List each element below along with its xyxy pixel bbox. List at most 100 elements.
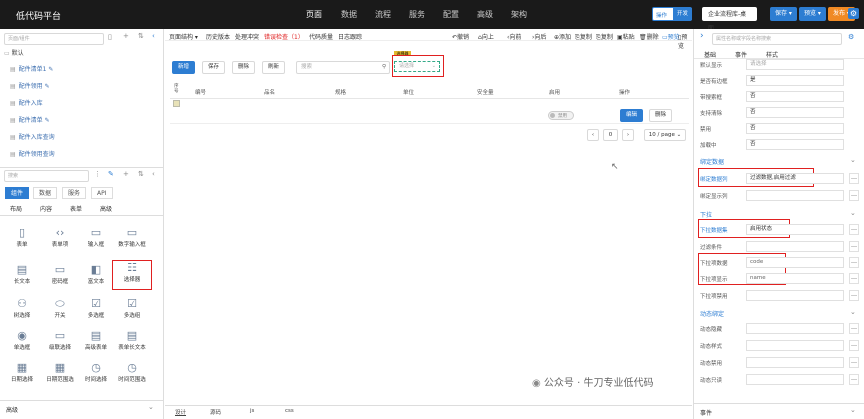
preview-link-2[interactable]: ▯预览	[678, 32, 692, 50]
nav-config[interactable]: 配置	[443, 9, 459, 20]
property-search-input[interactable]: 属性名称或字段名称搜索	[712, 33, 842, 45]
copy-button-2[interactable]: ⎘复制	[596, 32, 613, 42]
more-button[interactable]: …	[849, 340, 859, 351]
sort-icon[interactable]: ⇅	[138, 32, 144, 40]
left-footer[interactable]: 高级	[6, 405, 18, 414]
group-default[interactable]: ▭ 默认	[4, 48, 154, 57]
comp-date-range[interactable]: ▦ 日期范围选	[40, 361, 80, 383]
comp-switch[interactable]: ⬭ 开关	[40, 297, 80, 319]
more-button[interactable]: …	[849, 290, 859, 301]
add-button[interactable]: ⊕添加	[554, 32, 571, 41]
comp-cascader[interactable]: ▭ 级联选择	[40, 329, 80, 351]
page-item[interactable]: ▤ 配件领用 ✎	[4, 79, 154, 95]
paste-button[interactable]: ▣粘贴	[617, 32, 635, 41]
more-button[interactable]: …	[849, 323, 859, 334]
mode-toggle[interactable]: 操作 开发	[652, 7, 692, 21]
comp-adv-form[interactable]: ▤ 高级表单	[76, 329, 116, 351]
error-check-link[interactable]: 错误检查（1）	[264, 32, 304, 41]
page-number[interactable]: 0	[603, 129, 618, 141]
gear-icon[interactable]: ⚙	[848, 8, 859, 19]
prop-value[interactable]	[746, 340, 844, 351]
nav-architecture[interactable]: 架构	[511, 9, 527, 20]
prop-value[interactable]	[746, 374, 844, 385]
component-search-input[interactable]: 搜索	[4, 170, 89, 182]
edit-icon[interactable]: ✎	[108, 170, 114, 178]
prop-value[interactable]: 否	[746, 91, 844, 102]
tab-js[interactable]: js	[250, 408, 254, 414]
right-footer[interactable]: 事件	[700, 408, 712, 417]
undo-button[interactable]: ↶撤销	[452, 32, 469, 41]
tab-api[interactable]: API	[91, 187, 113, 199]
subtab-advanced[interactable]: 高级	[100, 204, 112, 213]
add-record-button[interactable]: 新增	[172, 61, 195, 74]
expand-icon[interactable]: ›	[700, 31, 704, 41]
enabled-switch[interactable]: 禁用	[548, 111, 574, 120]
prop-value[interactable]: 否	[746, 123, 844, 134]
tab-source[interactable]: 源码	[210, 408, 221, 416]
doc-icon[interactable]: ▯	[108, 33, 112, 41]
comp-input[interactable]: ▭ 输入框	[76, 226, 116, 248]
comp-checkbox[interactable]: ☑ 多选框	[76, 297, 116, 319]
page-item[interactable]: ▤ 配件清单 ✎	[4, 113, 154, 129]
mode-dev[interactable]: 开发	[673, 8, 692, 20]
subtab-content[interactable]: 内容	[40, 204, 52, 213]
comp-number-input[interactable]: ▭ 数字输入框	[112, 226, 152, 248]
save-button[interactable]: 保存 ▾	[770, 7, 797, 21]
table-search-input[interactable]: 搜索 ⚲	[296, 61, 390, 74]
prop-value[interactable]	[746, 323, 844, 334]
chevron-down-icon[interactable]: ⌄	[148, 403, 154, 411]
nav-advanced[interactable]: 高级	[477, 9, 493, 20]
more-button[interactable]: …	[849, 273, 859, 284]
subtab-form[interactable]: 表单	[70, 204, 82, 213]
delete-record-button[interactable]: 删除	[232, 61, 255, 74]
tab-data[interactable]: 数据	[33, 187, 58, 199]
prop-value[interactable]: 启用状态	[746, 224, 844, 235]
prop-value[interactable]: code	[746, 257, 844, 268]
comp-radio[interactable]: ◉ 单选框	[2, 329, 42, 351]
comp-tree-select[interactable]: ⚇ 树选择	[2, 297, 42, 319]
chevron-down-icon[interactable]: ⌄	[850, 406, 856, 414]
chevron-down-icon[interactable]: ⌄	[850, 308, 856, 316]
page-structure-menu[interactable]: 页面结构 ▾	[169, 32, 198, 41]
prop-value[interactable]	[746, 290, 844, 301]
history-link[interactable]: 历史版本	[206, 32, 230, 41]
nav-service[interactable]: 服务	[409, 9, 425, 20]
tab-components[interactable]: 组件	[5, 187, 30, 199]
comp-form-textarea[interactable]: ▤ 表单长文本	[112, 329, 152, 351]
prop-value[interactable]: 过滤数据,启用过滤	[746, 173, 844, 184]
comp-textarea[interactable]: ▤ 长文本	[2, 263, 42, 285]
edit-row-button[interactable]: 编辑	[620, 109, 643, 122]
code-quality-link[interactable]: 代码质量	[309, 32, 333, 41]
page-item[interactable]: ▤ 配件清单1 ✎	[4, 62, 154, 78]
settings-icon[interactable]: ⚙	[848, 33, 854, 41]
section-dropdown[interactable]: 下拉	[700, 210, 712, 219]
preview-button[interactable]: 预览 ▾	[799, 7, 826, 21]
comp-form-item[interactable]: ‹› 表单项	[40, 226, 80, 248]
save-record-button[interactable]: 保存	[202, 61, 225, 74]
comp-time[interactable]: ◷ 时间选择	[76, 361, 116, 383]
delete-button[interactable]: 🗑删除	[639, 32, 659, 41]
chevron-down-icon[interactable]: ⌄	[850, 209, 856, 217]
page-item[interactable]: ▤ 配件入库查询	[4, 130, 154, 146]
delete-row-button[interactable]: 删除	[649, 109, 672, 122]
collapse-icon[interactable]: ‹	[152, 170, 155, 178]
prop-value[interactable]	[746, 357, 844, 368]
prop-value[interactable]: 否	[746, 107, 844, 118]
comp-time-range[interactable]: ◷ 时间范围选	[112, 361, 152, 383]
copy-button[interactable]: ⎘复制	[575, 32, 592, 42]
next-page-button[interactable]: ›	[622, 129, 634, 141]
nav-data[interactable]: 数据	[341, 9, 357, 20]
prop-value[interactable]: 请选择	[746, 59, 844, 70]
more-button[interactable]: …	[849, 190, 859, 201]
tab-css[interactable]: css	[285, 408, 294, 414]
prop-value[interactable]: 否	[746, 139, 844, 150]
select-widget[interactable]: 请选择 ⌄	[394, 61, 440, 72]
comp-checkbox-group[interactable]: ☑ 多选组	[112, 297, 152, 319]
more-button[interactable]: …	[849, 257, 859, 268]
mode-op[interactable]: 操作	[656, 11, 667, 19]
add-icon[interactable]: +	[123, 170, 129, 178]
page-item[interactable]: ▤ 配件入库	[4, 96, 154, 112]
tab-design[interactable]: 设计	[175, 408, 186, 416]
refresh-button[interactable]: 刷新	[262, 61, 285, 74]
subtab-layout[interactable]: 布局	[10, 204, 22, 213]
